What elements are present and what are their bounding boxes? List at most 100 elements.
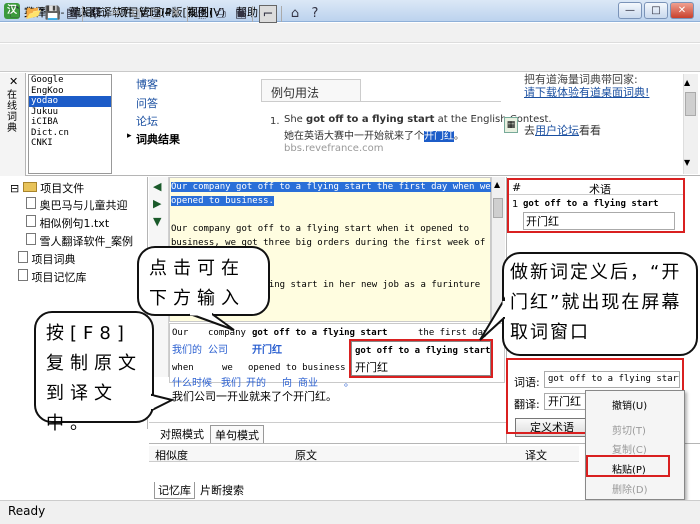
tab-single-sentence-mode[interactable]: 单句模式 [210, 425, 264, 445]
tab-fragment-search[interactable]: 片断搜索 [197, 482, 247, 498]
menu-item-cut[interactable]: 剪切(T) [612, 422, 646, 437]
save-all-icon[interactable]: ▤ [63, 5, 81, 23]
menu-item-delete[interactable]: 删除(D) [612, 481, 648, 496]
help-icon[interactable]: ? [306, 5, 324, 23]
tree-item-file-1[interactable]: 奥巴马与儿童共迎 [26, 197, 128, 213]
minimize-button[interactable]: — [618, 2, 642, 19]
import-icon[interactable]: ⎘ [192, 5, 210, 23]
side-link-blog[interactable]: 博客 [136, 76, 158, 92]
tab-example-usage[interactable]: 例句用法 [261, 79, 361, 101]
download-link[interactable]: 请下载体验有道桌面词典! [524, 84, 649, 100]
document-icon [26, 215, 36, 227]
engine-item-engkoo[interactable]: EngKoo [29, 86, 111, 97]
tab-memory[interactable]: 记忆库 [154, 482, 195, 499]
dictionary-engine-list[interactable]: Google EngKoo yodao Jukuu iCIBA Dict.cn … [28, 74, 112, 174]
engine-item-yodao[interactable]: yodao [29, 96, 111, 107]
lookup-arrow-icon[interactable]: ▼ [153, 215, 161, 228]
dictionary-result-label[interactable]: 词典结果 [136, 131, 180, 147]
maximize-button[interactable]: □ [644, 2, 668, 19]
aligned-word: the first day [418, 328, 489, 338]
callout-click-input: 点击可在下方输入 [137, 246, 270, 316]
open-folder-icon[interactable]: 📂 [25, 5, 43, 23]
new-file-icon[interactable]: 🗋 [6, 5, 24, 23]
engine-item-jukuu[interactable]: Jukuu [29, 107, 111, 118]
tree-item-file-3[interactable]: 雪人翻译软件_案例 [26, 233, 133, 249]
close-icon[interactable]: ✕ [9, 75, 18, 88]
annotation-box [349, 339, 493, 378]
example-zh-highlight: 开门红 [424, 131, 454, 142]
aligned-translation: 什么时候 [172, 378, 212, 389]
find-icon[interactable]: ⚲ [86, 5, 104, 23]
tree-item-project-files[interactable]: ⊟ 项目文件 [10, 180, 84, 196]
callout-tail-left [151, 393, 175, 412]
toolbar-divider [82, 6, 83, 22]
tree-label: 项目文件 [40, 182, 85, 195]
side-link-qa[interactable]: 问答 [136, 95, 158, 111]
aligned-translation: 我们 [221, 378, 241, 389]
menu-item-undo[interactable]: 撤销(U) [612, 397, 647, 412]
paste-icon[interactable]: ▢ [147, 5, 165, 23]
aligned-translation: 我们的 [172, 345, 202, 356]
document-icon [26, 233, 36, 245]
aligned-word: Our [172, 328, 189, 338]
aligned-word: company [208, 328, 246, 338]
side-link-forum[interactable]: 论坛 [136, 113, 158, 129]
close-button[interactable]: ✕ [670, 2, 694, 19]
callout-new-term: 做新词定义后，“开门红”就出现在屏幕取词窗口 [502, 252, 698, 356]
engine-item-dictcn[interactable]: Dict.cn [29, 128, 111, 139]
example-number: 1. [270, 116, 280, 127]
source-line[interactable]: Our company got off to a flying start th… [171, 182, 491, 192]
engine-item-cnki[interactable]: CNKI [29, 138, 111, 149]
scroll-thumb[interactable] [493, 198, 503, 218]
status-bar [0, 500, 700, 524]
copy-icon[interactable]: ⧉ [127, 5, 145, 23]
tab-compare-mode[interactable]: 对照模式 [156, 425, 208, 443]
scroll-up-icon[interactable]: ▲ [494, 180, 500, 189]
example-zh-pre: 她在英语大赛中一开始就来了个 [284, 131, 424, 142]
layout-icon[interactable]: ▣ [232, 5, 250, 23]
previous-arrow-icon[interactable]: ◀ [153, 180, 161, 193]
tree-label: 相似例句1.txt [39, 217, 110, 230]
callout-f8-copy: 按[F8]复制原文到译文中。 [34, 311, 154, 434]
status-text: Ready [8, 504, 46, 518]
forum-link[interactable]: 用户论坛 [535, 124, 579, 137]
collapse-icon[interactable]: ⊟ [10, 182, 19, 195]
scroll-up-icon[interactable]: ▲ [684, 78, 690, 87]
home-icon[interactable]: ⌂ [286, 5, 304, 23]
toolbar-divider [281, 6, 282, 22]
annotation-box [507, 178, 685, 233]
tree-item-project-memory[interactable]: 项目记忆库 [18, 269, 87, 285]
triangle-right-icon: ▸ [127, 131, 132, 141]
source-line[interactable]: opened to business. [171, 196, 274, 206]
tree-label: 项目记忆库 [31, 271, 87, 284]
tree-label: 雪人翻译软件_案例 [39, 235, 134, 248]
cut-icon[interactable]: ✂ [107, 5, 125, 23]
document-icon [26, 197, 36, 209]
tree-item-file-2[interactable]: 相似例句1.txt [26, 215, 109, 231]
delete-icon[interactable]: ✕ [167, 5, 185, 23]
engine-item-google[interactable]: Google [29, 75, 111, 86]
save-icon[interactable]: 💾 [44, 5, 62, 23]
forum-text: 去用户论坛看看 [524, 122, 601, 138]
menu-item-copy[interactable]: 复制(C) [612, 441, 647, 456]
next-arrow-icon[interactable]: ▶ [153, 197, 161, 210]
export-icon[interactable]: ⎙ [212, 5, 230, 23]
annotation-box [586, 455, 670, 477]
folder-icon [22, 182, 37, 192]
source-line[interactable]: lying start in her new job as a furintur… [258, 280, 480, 290]
scroll-down-icon[interactable]: ▼ [684, 158, 690, 167]
aligned-word: when [172, 363, 194, 373]
dictionary-vertical-label: 在线词典 [7, 90, 17, 134]
example-source[interactable]: bbs.revefrance.com [284, 143, 383, 154]
source-line-text: opened to business. [171, 196, 274, 206]
menu-bar [0, 23, 700, 43]
tree-item-project-dict[interactable]: 项目词典 [18, 251, 76, 267]
col-target: 译文 [525, 449, 547, 462]
aligned-translation: 公司 [208, 345, 228, 356]
scroll-thumb[interactable] [685, 92, 696, 116]
target-text-input[interactable]: 我们公司一开业就来了个开门红。 [172, 388, 337, 404]
engine-item-iciba[interactable]: iCIBA [29, 117, 111, 128]
aligned-translation: 商业 [298, 378, 318, 389]
screen-capture-icon[interactable]: ⌐ [259, 5, 277, 23]
source-line[interactable]: Our company got off to a flying start wh… [171, 224, 469, 234]
